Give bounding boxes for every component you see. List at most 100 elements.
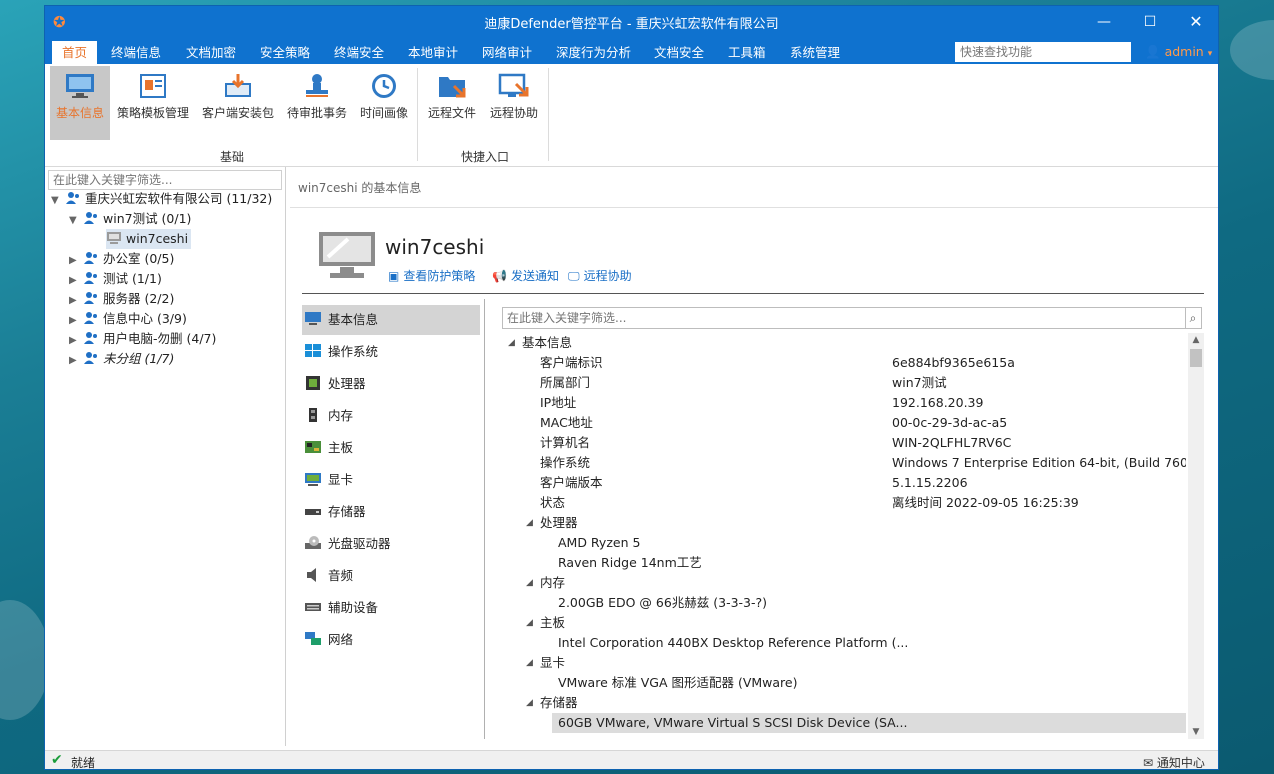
collapse-triangle-icon[interactable]: ◢	[526, 573, 533, 593]
ribbon-label: 远程文件	[427, 106, 476, 120]
category-gpu[interactable]: 显卡	[302, 465, 480, 495]
category-storage[interactable]: 存储器	[302, 497, 480, 527]
search-icon[interactable]: ⌕	[1185, 307, 1202, 329]
property-key: 操作系统	[540, 455, 591, 470]
ribbon-client-package-button[interactable]: 客户端安装包	[199, 66, 277, 140]
category-label: 内存	[328, 408, 354, 423]
chevron-right-icon[interactable]: ▶	[69, 331, 83, 351]
ribbon-time-profile-button[interactable]: 时间画像	[356, 66, 412, 140]
category-peripherals[interactable]: 辅助设备	[302, 593, 480, 623]
vertical-scrollbar[interactable]: ▲ ▼	[1188, 333, 1204, 739]
view-policy-link[interactable]: ▣ 查看防护策略	[388, 267, 475, 284]
property-key: 计算机名	[540, 435, 591, 450]
ribbon-label: 待审批事务	[286, 106, 347, 120]
menu-security-policy[interactable]: 安全策略	[252, 41, 318, 64]
group-row-motherboard[interactable]: ◢ 主板	[502, 613, 1186, 633]
chevron-right-icon[interactable]: ▶	[69, 271, 83, 291]
menu-terminal-info[interactable]: 终端信息	[103, 41, 169, 64]
chevron-down-icon: ▾	[1207, 49, 1213, 59]
scroll-thumb[interactable]	[1190, 349, 1202, 367]
collapse-triangle-icon[interactable]: ◢	[508, 333, 515, 353]
property-key: MAC地址	[540, 415, 593, 430]
menu-system-admin[interactable]: 系统管理	[782, 41, 848, 64]
group-row-memory[interactable]: ◢ 内存	[502, 573, 1186, 593]
notification-center-button[interactable]: ✉ 通知中心	[1143, 754, 1205, 769]
collapse-triangle-icon[interactable]: ◢	[526, 513, 533, 533]
category-cpu[interactable]: 处理器	[302, 369, 480, 399]
category-label: 辅助设备	[328, 600, 379, 615]
detail-filter-input[interactable]	[502, 307, 1186, 329]
policy-icon	[140, 74, 166, 98]
chevron-down-icon[interactable]: ▼	[69, 211, 83, 231]
tree-node-win7test[interactable]: ▼ win7测试 (0/1)	[69, 209, 191, 229]
collapse-triangle-icon[interactable]: ◢	[526, 613, 533, 633]
category-motherboard[interactable]: 主板	[302, 433, 480, 463]
tree-node-win7ceshi[interactable]: win7ceshi	[106, 229, 192, 249]
computer-name: win7ceshi	[385, 235, 485, 259]
menu-behavior-analysis[interactable]: 深度行为分析	[548, 41, 639, 64]
tree-node-label: 测试 (1/1)	[103, 271, 162, 286]
optical-drive-icon	[305, 536, 321, 549]
action-label: 查看防护策略	[403, 269, 476, 283]
chevron-right-icon[interactable]: ▶	[69, 351, 83, 371]
chevron-right-icon[interactable]: ▶	[69, 251, 83, 271]
group-row-cpu[interactable]: ◢ 处理器	[502, 513, 1186, 533]
tree-node-servers[interactable]: ▶ 服务器 (2/2)	[69, 289, 174, 309]
gpu-icon	[305, 473, 321, 486]
group-row-basic[interactable]: ◢ 基本信息	[502, 333, 1186, 353]
chevron-right-icon[interactable]: ▶	[69, 291, 83, 311]
menu-local-audit[interactable]: 本地审计	[400, 41, 466, 64]
menu-home[interactable]: 首页	[52, 41, 98, 64]
property-value: 6e884bf9365e615a	[892, 355, 1015, 370]
clock-icon	[372, 74, 396, 98]
list-item[interactable]: 60GB VMware, VMware Virtual S SCSI Disk …	[552, 713, 1186, 733]
list-item: 2.00GB EDO @ 66兆赫兹 (3-3-3-?)	[502, 593, 1186, 613]
ribbon-basic-info-button[interactable]: 基本信息	[50, 66, 110, 140]
stamp-icon	[306, 74, 328, 97]
remote-assist-link[interactable]: 🖵 远程协助	[568, 267, 632, 284]
tree-node-label: 用户电脑-勿删 (4/7)	[103, 331, 217, 346]
collapse-triangle-icon[interactable]: ◢	[526, 693, 533, 713]
chevron-right-icon[interactable]: ▶	[69, 311, 83, 331]
category-memory[interactable]: 内存	[302, 401, 480, 431]
chevron-down-icon[interactable]: ▼	[51, 191, 65, 211]
close-button[interactable]: ✕	[1173, 6, 1218, 38]
category-optical-drive[interactable]: 光盘驱动器	[302, 529, 480, 559]
quick-search-input[interactable]	[955, 42, 1131, 62]
ribbon-separator	[548, 68, 549, 161]
group-row-storage[interactable]: ◢ 存储器	[502, 693, 1186, 713]
tree-node-user-pcs[interactable]: ▶ 用户电脑-勿删 (4/7)	[69, 329, 216, 349]
ribbon-pending-approval-button[interactable]: 待审批事务	[283, 66, 351, 140]
tree-filter-input[interactable]	[48, 170, 282, 190]
property-value: Raven Ridge 14nm工艺	[558, 555, 702, 570]
tree-node-office[interactable]: ▶ 办公室 (0/5)	[69, 249, 174, 269]
menu-doc-encrypt[interactable]: 文档加密	[178, 41, 244, 64]
scroll-down-icon[interactable]: ▼	[1188, 725, 1204, 739]
scroll-up-icon[interactable]: ▲	[1188, 333, 1204, 347]
send-notice-link[interactable]: 📢 发送通知	[492, 267, 559, 284]
category-audio[interactable]: 音频	[302, 561, 480, 591]
property-key: 状态	[540, 495, 566, 510]
collapse-triangle-icon[interactable]: ◢	[526, 653, 533, 673]
group-row-gpu[interactable]: ◢ 显卡	[502, 653, 1186, 673]
category-network[interactable]: 网络	[302, 625, 480, 655]
property-key: IP地址	[540, 395, 577, 410]
windows-icon	[305, 344, 321, 357]
tree-node-test[interactable]: ▶ 测试 (1/1)	[69, 269, 162, 289]
category-os[interactable]: 操作系统	[302, 337, 480, 367]
user-group-icon	[84, 272, 97, 284]
category-basic-info[interactable]: 基本信息	[302, 305, 480, 335]
menu-terminal-security[interactable]: 终端安全	[326, 41, 392, 64]
menu-network-audit[interactable]: 网络审计	[474, 41, 540, 64]
minimize-button[interactable]: —	[1081, 6, 1127, 38]
ribbon-policy-template-button[interactable]: 策略模板管理	[114, 66, 192, 140]
tree-node-ungrouped[interactable]: ▶ 未分组 (1/7)	[69, 349, 174, 369]
user-menu[interactable]: 👤 admin ▾	[1145, 42, 1212, 64]
ribbon-remote-file-button[interactable]: 远程文件	[423, 66, 481, 140]
maximize-button[interactable]: ☐	[1127, 6, 1173, 38]
tree-node-company[interactable]: ▼ 重庆兴虹宏软件有限公司 (11/32)	[51, 189, 272, 209]
menu-toolbox[interactable]: 工具箱	[720, 41, 774, 64]
menu-doc-security[interactable]: 文档安全	[646, 41, 712, 64]
tree-node-info-center[interactable]: ▶ 信息中心 (3/9)	[69, 309, 187, 329]
ribbon-remote-assist-button[interactable]: 远程协助	[485, 66, 543, 140]
